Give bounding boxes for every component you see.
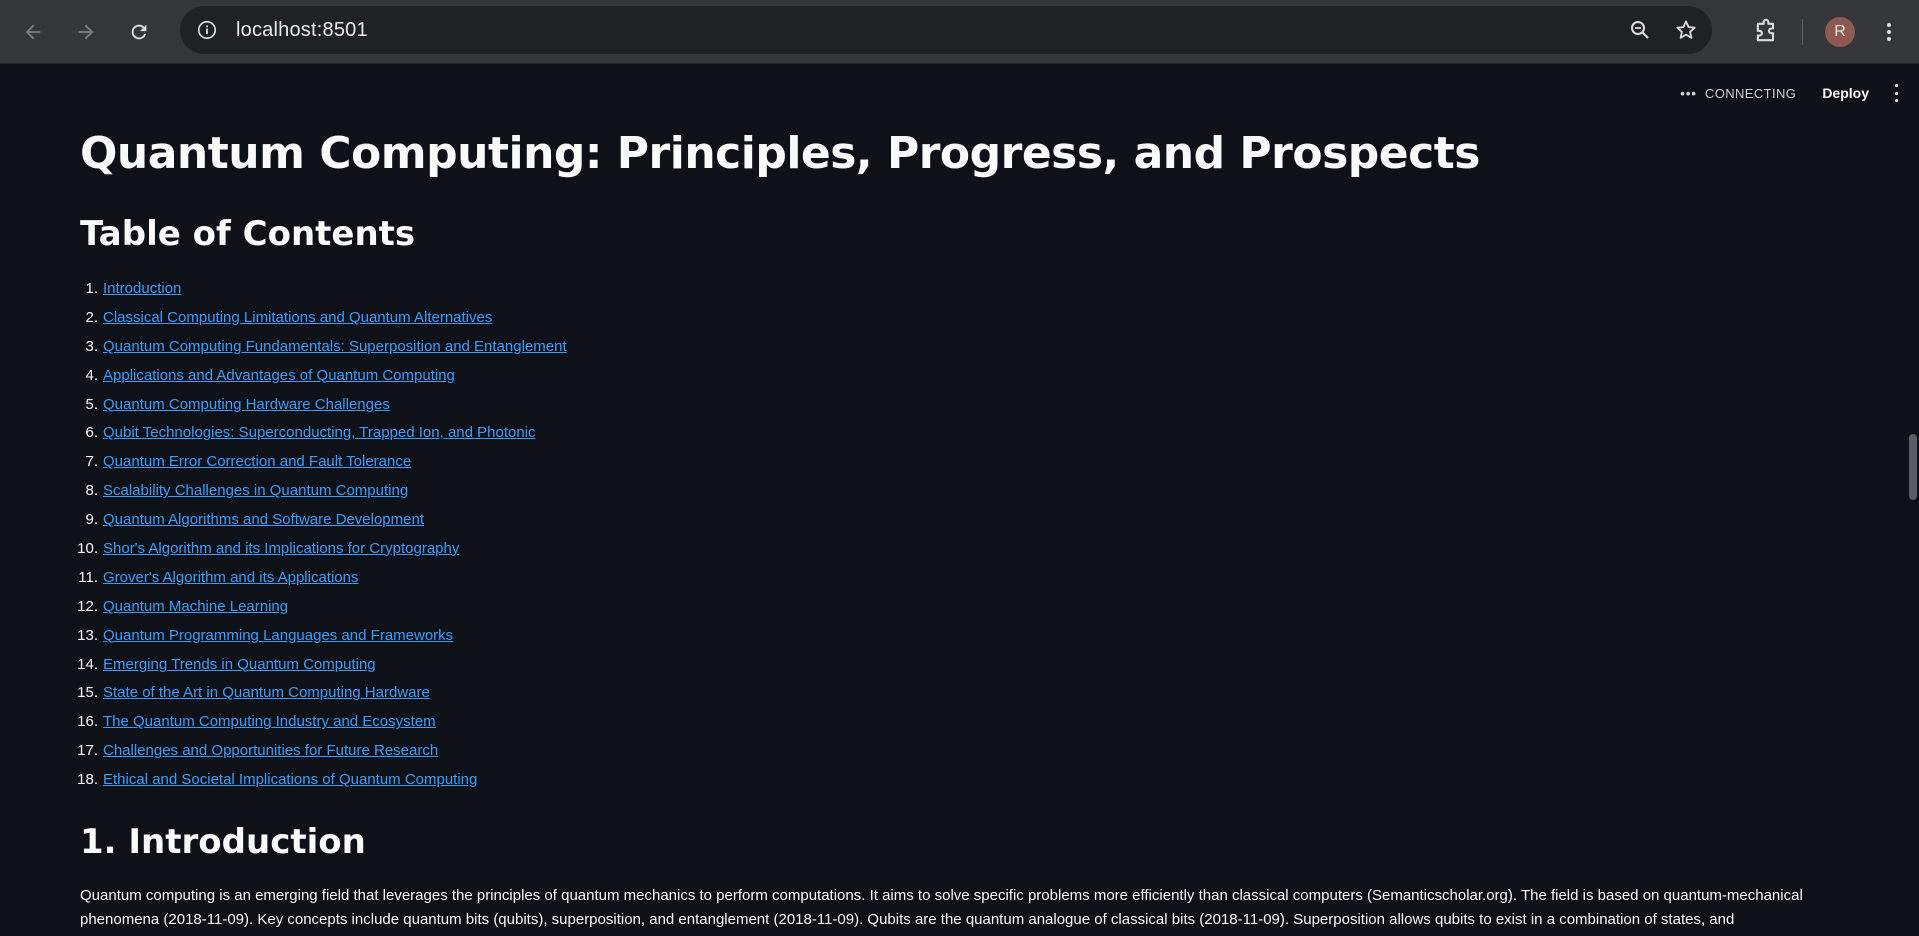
toc-link[interactable]: Qubit Technologies: Superconducting, Tra… — [103, 424, 536, 441]
toc-item-number: 17. — [77, 742, 98, 760]
toc-item-number: 11. — [78, 568, 98, 586]
table-of-contents: 1. Introduction 2. Classical Computing Limi… — [77, 274, 567, 794]
scrollbar-thumb[interactable] — [1909, 434, 1917, 500]
arrow-left-icon — [25, 24, 41, 39]
browser-toolbar: localhost:8501 R — [0, 0, 1919, 64]
toc-item: 3. Quantum Computing Fundamentals: Superp… — [80, 332, 567, 361]
toc-item-number: 15. — [77, 684, 98, 702]
toc-item-number: 5. — [85, 395, 98, 413]
toc-link[interactable]: State of the Art in Quantum Computing Ha… — [103, 684, 430, 701]
toc-item: 7. Quantum Error Correction and Fault Tol… — [80, 447, 567, 476]
page-title: Quantum Computing: Principles, Progress,… — [80, 128, 1480, 179]
deploy-button[interactable]: Deploy — [1822, 85, 1869, 101]
arrow-right-icon — [78, 24, 94, 39]
toc-item-number: 1. — [85, 279, 98, 297]
extensions-puzzle-icon[interactable] — [1752, 18, 1780, 46]
toc-item: 17. Challenges and Opportunities for Futu… — [77, 736, 567, 765]
toc-item: 9. Quantum Algorithms and Software Develo… — [80, 505, 567, 534]
toc-item-number: 3. — [85, 337, 98, 355]
toc-item: 15. State of the Art in Quantum Computing… — [77, 678, 567, 707]
toc-item: 8. Scalability Challenges in Quantum Comp… — [80, 476, 567, 505]
toc-item: 1. Introduction — [80, 274, 567, 303]
toc-link[interactable]: Challenges and Opportunities for Future … — [103, 742, 438, 759]
toc-item-number: 4. — [85, 366, 98, 384]
bookmark-star-icon[interactable] — [1674, 18, 1698, 42]
toc-link[interactable]: Quantum Programming Languages and Framew… — [103, 627, 453, 644]
toc-item-number: 13. — [77, 626, 98, 644]
toc-link[interactable]: The Quantum Computing Industry and Ecosy… — [103, 713, 436, 730]
toc-link[interactable]: Quantum Error Correction and Fault Toler… — [103, 453, 411, 470]
address-bar[interactable]: localhost:8501 — [180, 6, 1712, 54]
toc-item-number: 12. — [77, 597, 98, 615]
toc-item: 18. Ethical and Societal Implications of … — [77, 765, 567, 794]
toc-item: 4. Applications and Advantages of Quantum… — [80, 361, 567, 390]
toc-item-number: 9. — [85, 511, 98, 529]
toc-link[interactable]: Applications and Advantages of Quantum C… — [103, 367, 455, 384]
main-menu-icon[interactable] — [1891, 84, 1901, 102]
toolbar-divider — [1802, 19, 1803, 45]
toc-link[interactable]: Emerging Trends in Quantum Computing — [103, 656, 376, 673]
toc-item-number: 18. — [77, 771, 98, 789]
toc-link[interactable]: Quantum Machine Learning — [103, 598, 288, 615]
toc-item: 11. Grover's Algorithm and its Applicatio… — [78, 563, 567, 592]
url-text[interactable]: localhost:8501 — [236, 19, 368, 42]
app-toolbar: ••• CONNECTING Deploy — [1680, 84, 1901, 102]
connection-status: ••• CONNECTING — [1680, 86, 1796, 101]
toc-item: 5. Quantum Computing Hardware Challenges — [80, 390, 567, 419]
browser-menu-icon[interactable] — [1877, 17, 1901, 47]
toc-item: 2. Classical Computing Limitations and Qu… — [80, 303, 567, 332]
toc-link[interactable]: Grover's Algorithm and its Applications — [103, 569, 358, 586]
toc-link[interactable]: Classical Computing Limitations and Quan… — [103, 309, 492, 326]
status-text: CONNECTING — [1704, 85, 1797, 101]
toc-link[interactable]: Quantum Algorithms and Software Developm… — [103, 511, 424, 528]
toc-item-number: 8. — [85, 482, 98, 500]
toc-link[interactable]: Ethical and Societal Implications of Qua… — [103, 771, 477, 788]
introduction-paragraph: Quantum computing is an emerging field t… — [80, 887, 1803, 928]
section-heading-introduction: 1. Introduction — [80, 822, 366, 862]
toc-link[interactable]: Introduction — [103, 280, 181, 297]
zoom-icon[interactable] — [1628, 18, 1652, 42]
back-button[interactable] — [13, 12, 53, 52]
forward-button[interactable] — [66, 12, 106, 52]
toc-link[interactable]: Scalability Challenges in Quantum Comput… — [103, 482, 408, 499]
toc-link[interactable]: Shor's Algorithm and its Implications fo… — [103, 540, 459, 557]
toc-item-number: 16. — [77, 713, 98, 731]
toc-item: 13. Quantum Programming Languages and Fra… — [77, 621, 567, 650]
toc-item-number: 7. — [85, 453, 98, 471]
profile-avatar[interactable]: R — [1825, 17, 1855, 47]
toc-item-number: 2. — [85, 308, 98, 326]
toc-item-number: 10. — [77, 539, 98, 557]
toc-link[interactable]: Quantum Computing Hardware Challenges — [103, 396, 390, 413]
toc-item-number: 6. — [85, 424, 98, 442]
site-info-icon[interactable] — [192, 15, 222, 45]
toc-item: 6. Qubit Technologies: Superconducting, T… — [80, 418, 567, 447]
toc-link[interactable]: Quantum Computing Fundamentals: Superpos… — [103, 338, 567, 355]
toc-heading: Table of Contents — [80, 214, 416, 254]
toc-item: 12. Quantum Machine Learning — [77, 592, 567, 621]
toc-item-number: 14. — [77, 655, 98, 673]
toc-item: 14. Emerging Trends in Quantum Computing — [77, 650, 567, 679]
page-scrollbar[interactable] — [1905, 64, 1919, 936]
reload-button[interactable] — [119, 12, 159, 52]
status-dots-icon: ••• — [1680, 85, 1697, 101]
toc-item: 16. The Quantum Computing Industry and Ec… — [77, 707, 567, 736]
toc-item: 10. Shor's Algorithm and its Implications… — [77, 534, 567, 563]
reload-icon — [131, 24, 147, 39]
